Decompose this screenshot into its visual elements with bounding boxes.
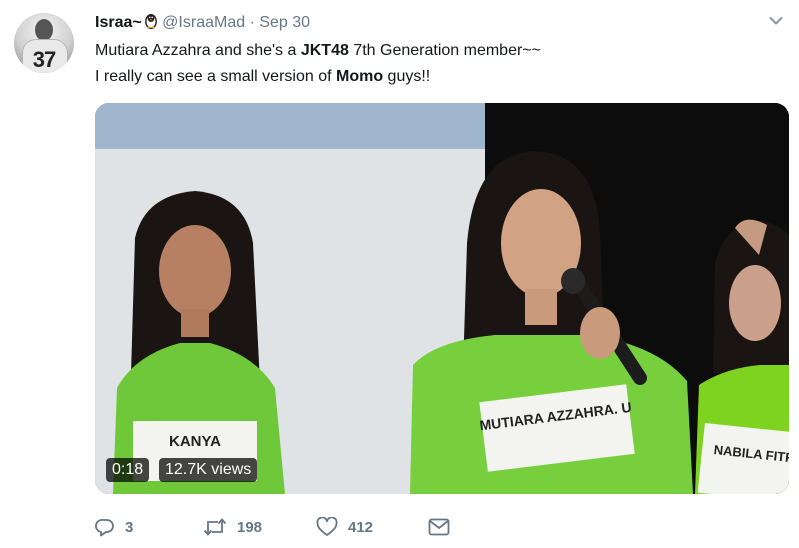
video-player[interactable]: KANYA MUTIARA AZZAHRA. U NABILA FITRI 0:… <box>95 103 789 494</box>
retweet-count: 198 <box>237 518 263 536</box>
reply-icon <box>95 519 114 537</box>
tweet-header: Israa~ @IsraaMad · Sep 30 <box>95 12 310 32</box>
separator-dot: · <box>249 14 255 31</box>
avatar[interactable]: 37 <box>14 13 74 73</box>
author-name[interactable]: Israa~ <box>95 14 142 31</box>
tweet-text: Mutiara Azzahra and she's a JKT48 7th Ge… <box>95 38 541 90</box>
tweet-text-line-2: I really can see a small version of Momo… <box>95 68 431 85</box>
video-frame: KANYA MUTIARA AZZAHRA. U NABILA FITRI <box>95 103 789 494</box>
video-views-badge: 12.7K views <box>159 458 258 482</box>
penguin-emoji-icon <box>144 14 157 29</box>
avatar-jersey-number: 37 <box>32 47 56 72</box>
direct-message-icon <box>428 518 450 536</box>
tweet-date[interactable]: Sep 30 <box>259 14 310 31</box>
hashtag-jkt48: JKT48 <box>300 42 349 59</box>
reply-count: 3 <box>125 518 134 536</box>
like-icon <box>316 517 338 536</box>
like-count: 412 <box>348 518 374 536</box>
name-tag-kanya: KANYA <box>169 433 221 450</box>
direct-message-button[interactable] <box>428 518 450 536</box>
retweet-icon <box>203 518 227 536</box>
video-duration-badge: 0:18 <box>106 458 150 482</box>
like-button[interactable]: 412 <box>316 517 428 537</box>
author-handle[interactable]: @IsraaMad <box>162 14 245 31</box>
tweet-text-line-1: Mutiara Azzahra and she's a JKT48 7th Ge… <box>95 42 541 59</box>
hashtag-momo: Momo <box>336 68 384 85</box>
reply-button[interactable]: 3 <box>95 517 203 537</box>
chevron-down-icon[interactable] <box>769 16 783 26</box>
retweet-button[interactable]: 198 <box>203 517 316 537</box>
tweet-actions: 3 198 412 <box>95 512 450 542</box>
